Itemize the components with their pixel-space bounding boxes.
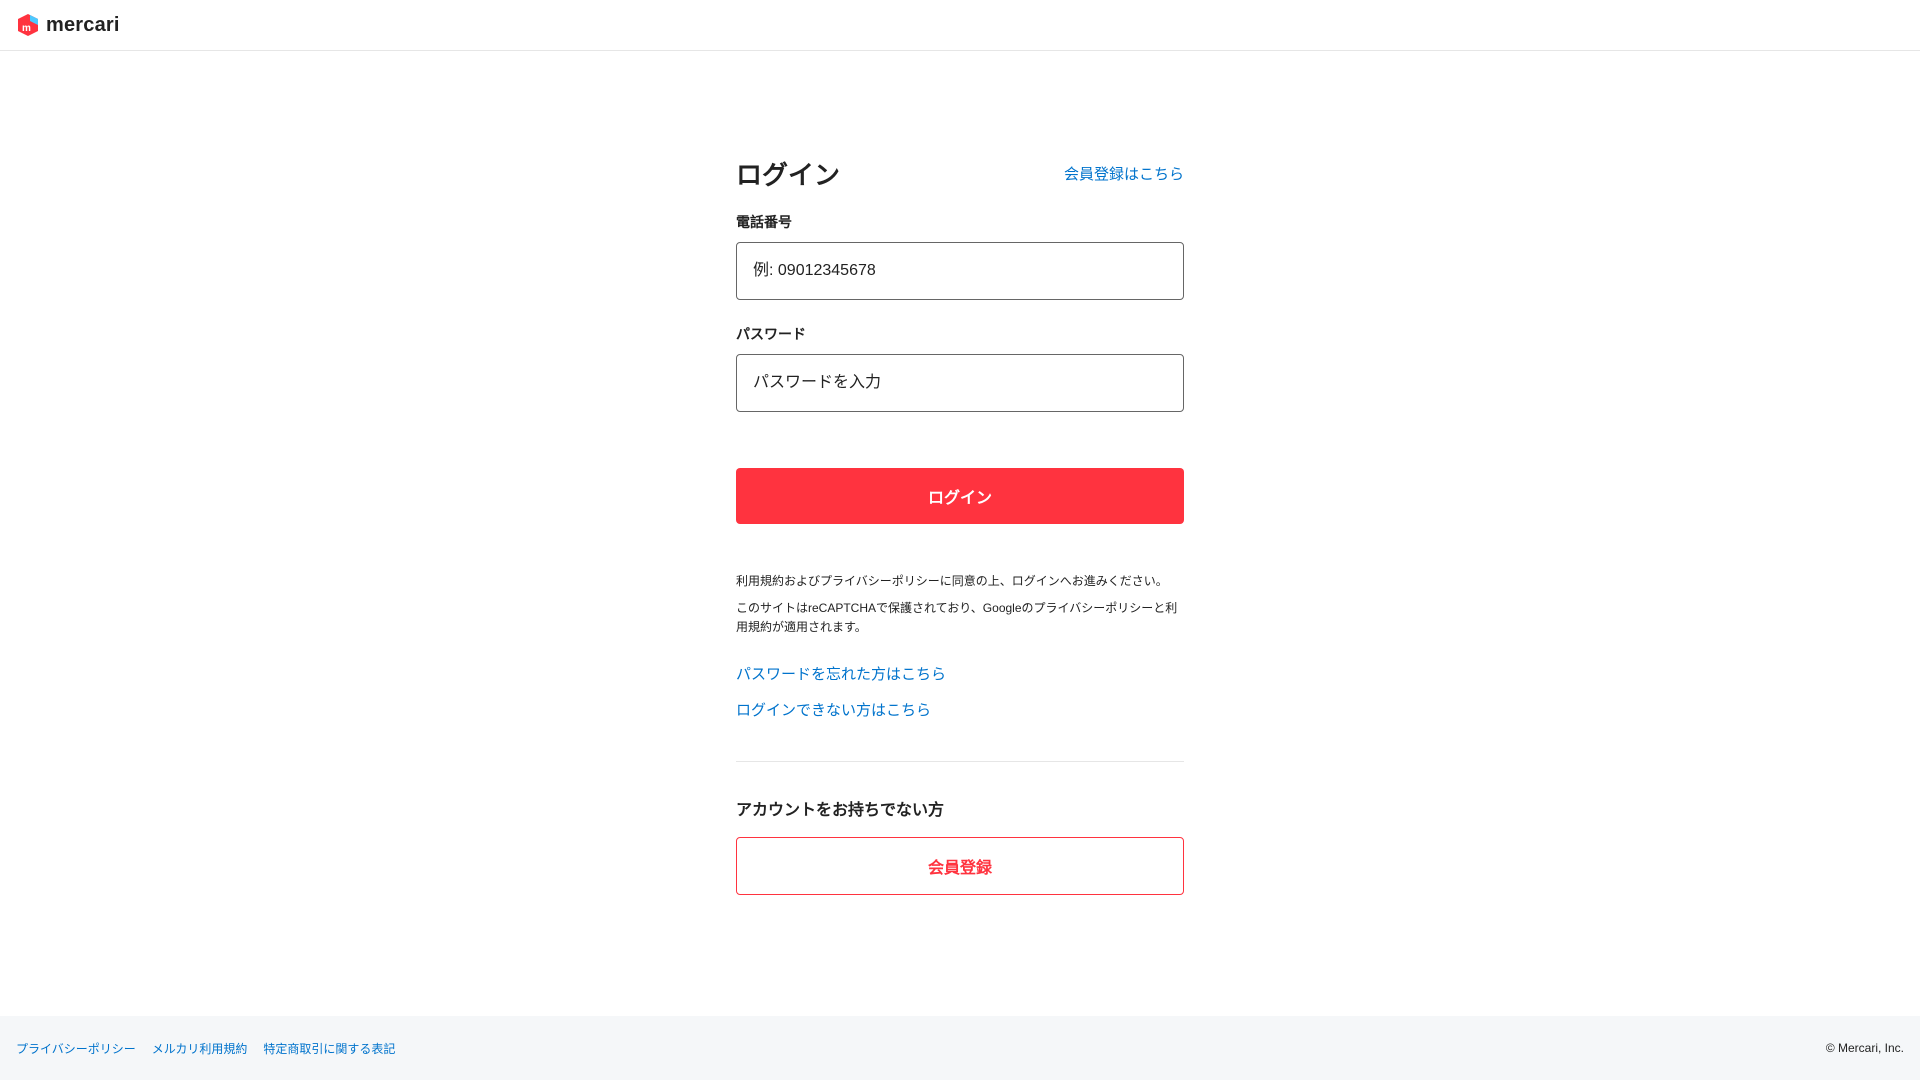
footer-link-commercial-law[interactable]: 特定商取引に関する表記 xyxy=(263,1040,395,1057)
section-divider xyxy=(736,761,1184,762)
footer-link-terms[interactable]: メルカリ利用規約 xyxy=(152,1040,248,1057)
brand-name: mercari xyxy=(46,13,120,36)
password-input[interactable] xyxy=(736,354,1184,412)
password-label: パスワード xyxy=(736,326,806,342)
recaptcha-notice: このサイトはreCAPTCHAで保護されており、Googleのプライバシーポリシ… xyxy=(736,601,1178,634)
no-account-heading: アカウントをお持ちでない方 xyxy=(736,802,945,819)
mercari-logo-icon: m xyxy=(18,14,38,36)
site-header: m mercari xyxy=(0,0,1920,51)
footer-links: プライバシーポリシー メルカリ利用規約 特定商取引に関する表記 xyxy=(16,1040,395,1057)
help-links: パスワードを忘れた方はこちら ログインできない方はこちら xyxy=(736,665,1184,721)
cannot-login-link[interactable]: ログインできない方はこちら xyxy=(736,701,1184,721)
title-row: ログイン 会員登録はこちら xyxy=(736,150,1184,196)
svg-text:m: m xyxy=(22,23,31,34)
site-footer: プライバシーポリシー メルカリ利用規約 特定商取引に関する表記 © Mercar… xyxy=(0,1016,1920,1080)
phone-input[interactable] xyxy=(736,242,1184,300)
page-title: ログイン xyxy=(736,159,841,190)
copyright: © Mercari, Inc. xyxy=(1825,1041,1904,1055)
forgot-password-link[interactable]: パスワードを忘れた方はこちら xyxy=(736,665,1184,685)
login-panel: ログイン 会員登録はこちら 電話番号 パスワード ログイン 利用規約およびプライ… xyxy=(736,150,1184,895)
phone-label: 電話番号 xyxy=(736,214,792,230)
mercari-logo-link[interactable]: m mercari xyxy=(16,13,120,37)
login-button[interactable]: ログイン xyxy=(736,468,1184,524)
terms-notice: 利用規約およびプライバシーポリシーに同意の上、ログインへお進みください。 xyxy=(736,574,1168,588)
register-link[interactable]: 会員登録はこちら xyxy=(1064,163,1184,184)
signup-button[interactable]: 会員登録 xyxy=(736,837,1184,895)
footer-link-privacy-policy[interactable]: プライバシーポリシー xyxy=(16,1040,136,1057)
